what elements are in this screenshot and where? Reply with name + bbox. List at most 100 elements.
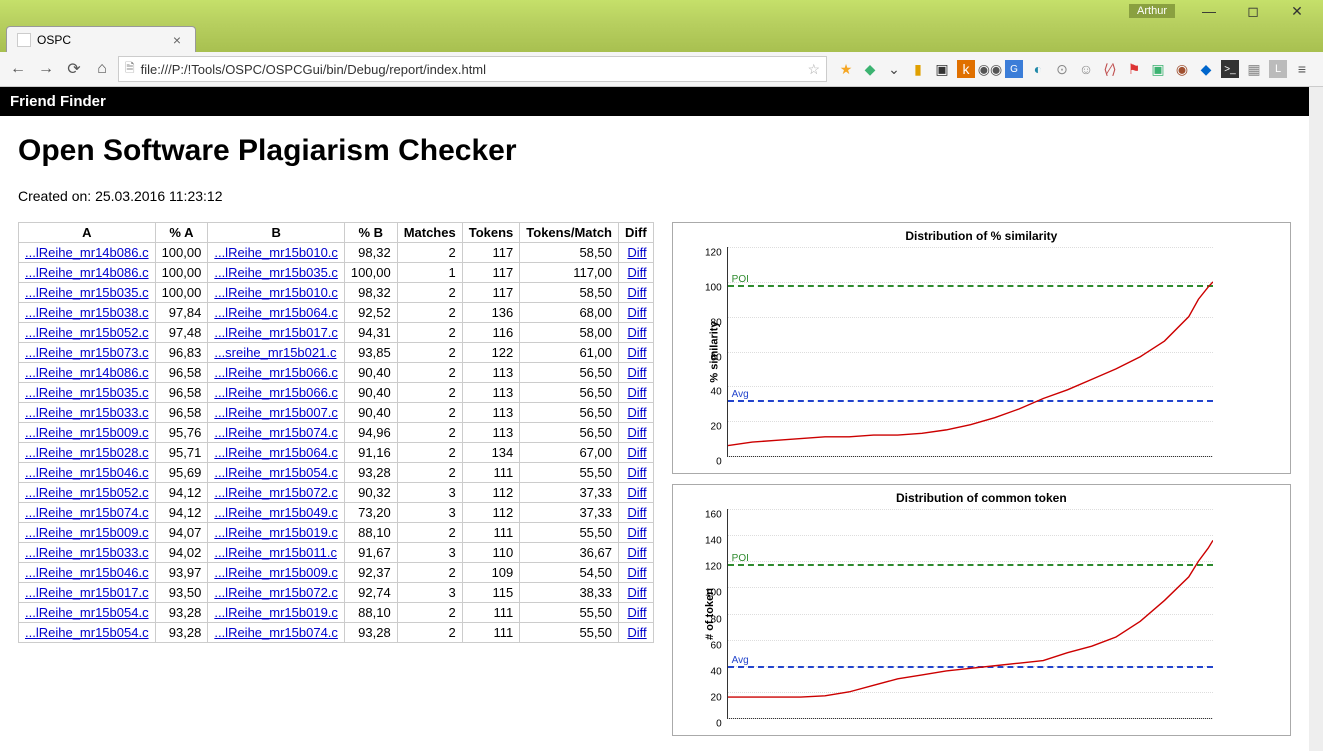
file-link[interactable]: ...lReihe_mr14b086.c [25, 245, 149, 260]
diff-link[interactable]: Diff [627, 425, 646, 440]
file-link[interactable]: ...lReihe_mr15b035.c [25, 285, 149, 300]
file-link[interactable]: ...lReihe_mr15b046.c [25, 565, 149, 580]
browser-tab[interactable]: OSPC × [6, 26, 196, 52]
file-link[interactable]: ...lReihe_mr15b019.c [214, 605, 338, 620]
file-link[interactable]: ...lReihe_mr15b064.c [214, 445, 338, 460]
ext-icon[interactable]: k [957, 60, 975, 78]
diff-link[interactable]: Diff [627, 605, 646, 620]
diff-link[interactable]: Diff [627, 405, 646, 420]
ext-icon[interactable]: ▮ [909, 60, 927, 78]
file-link[interactable]: ...lReihe_mr15b049.c [214, 505, 338, 520]
col-tpm: Tokens/Match [520, 223, 619, 243]
ext-icon[interactable]: ◆ [861, 60, 879, 78]
file-link[interactable]: ...lReihe_mr15b054.c [25, 605, 149, 620]
file-link[interactable]: ...lReihe_mr15b074.c [25, 505, 149, 520]
diff-link[interactable]: Diff [627, 625, 646, 640]
ext-icon[interactable]: ⊙ [1053, 60, 1071, 78]
diff-link[interactable]: Diff [627, 525, 646, 540]
nav-forward-button[interactable]: → [34, 57, 58, 81]
file-link[interactable]: ...lReihe_mr15b017.c [25, 585, 149, 600]
file-link[interactable]: ...lReihe_mr15b066.c [214, 385, 338, 400]
diff-link[interactable]: Diff [627, 585, 646, 600]
file-link[interactable]: ...lReihe_mr15b033.c [25, 405, 149, 420]
file-link[interactable]: ...lReihe_mr15b017.c [214, 325, 338, 340]
file-link[interactable]: ...lReihe_mr14b086.c [25, 265, 149, 280]
nav-back-button[interactable]: ← [6, 57, 30, 81]
file-link[interactable]: ...sreihe_mr15b021.c [214, 345, 336, 360]
ext-icon[interactable]: ▣ [933, 60, 951, 78]
file-link[interactable]: ...lReihe_mr15b054.c [214, 465, 338, 480]
scrollbar-thumb[interactable] [1309, 87, 1323, 227]
menu-icon[interactable]: ≡ [1293, 60, 1311, 78]
file-link[interactable]: ...lReihe_mr15b035.c [25, 385, 149, 400]
bookmark-star-icon[interactable]: ☆ [807, 61, 820, 78]
ext-icon[interactable]: ▣ [1149, 60, 1167, 78]
ext-icon[interactable]: ★ [837, 60, 855, 78]
diff-link[interactable]: Diff [627, 445, 646, 460]
file-link[interactable]: ...lReihe_mr15b064.c [214, 305, 338, 320]
file-link[interactable]: ...lReihe_mr15b009.c [25, 525, 149, 540]
chart-ytick: 0 [696, 457, 722, 468]
diff-link[interactable]: Diff [627, 285, 646, 300]
cell-percent-a: 93,28 [155, 623, 208, 643]
ext-icon[interactable]: ☺ [1077, 60, 1095, 78]
file-link[interactable]: ...lReihe_mr14b086.c [25, 365, 149, 380]
file-link[interactable]: ...lReihe_mr15b009.c [25, 425, 149, 440]
file-link[interactable]: ...lReihe_mr15b038.c [25, 305, 149, 320]
chart-curve [728, 509, 1213, 718]
file-link[interactable]: ...lReihe_mr15b066.c [214, 365, 338, 380]
file-link[interactable]: ...lReihe_mr15b019.c [214, 525, 338, 540]
tab-close-icon[interactable]: × [169, 32, 185, 48]
file-link[interactable]: ...lReihe_mr15b010.c [214, 285, 338, 300]
diff-link[interactable]: Diff [627, 485, 646, 500]
window-maximize-button[interactable]: ◻ [1231, 1, 1275, 21]
ext-icon[interactable]: ▦ [1245, 60, 1263, 78]
file-link[interactable]: ...lReihe_mr15b074.c [214, 625, 338, 640]
diff-link[interactable]: Diff [627, 245, 646, 260]
cell-percent-b: 88,10 [344, 603, 397, 623]
file-link[interactable]: ...lReihe_mr15b074.c [214, 425, 338, 440]
diff-link[interactable]: Diff [627, 265, 646, 280]
ext-icon[interactable]: ⟨∕⟩ [1101, 60, 1119, 78]
file-link[interactable]: ...lReihe_mr15b009.c [214, 565, 338, 580]
file-link[interactable]: ...lReihe_mr15b028.c [25, 445, 149, 460]
table-row: ...lReihe_mr15b033.c96,58...lReihe_mr15b… [19, 403, 654, 423]
file-link[interactable]: ...lReihe_mr15b072.c [214, 585, 338, 600]
nav-home-button[interactable]: ⌂ [90, 57, 114, 81]
diff-link[interactable]: Diff [627, 365, 646, 380]
ext-icon[interactable]: >_ [1221, 60, 1239, 78]
ext-icon[interactable]: ⌄ [885, 60, 903, 78]
ext-icon[interactable]: ◉◉ [981, 60, 999, 78]
cell-tokens: 136 [462, 303, 520, 323]
table-row: ...lReihe_mr15b035.c100,00...lReihe_mr15… [19, 283, 654, 303]
diff-link[interactable]: Diff [627, 325, 646, 340]
ext-icon[interactable]: G [1005, 60, 1023, 78]
file-link[interactable]: ...lReihe_mr15b007.c [214, 405, 338, 420]
file-link[interactable]: ...lReihe_mr15b052.c [25, 325, 149, 340]
file-link[interactable]: ...lReihe_mr15b033.c [25, 545, 149, 560]
file-link[interactable]: ...lReihe_mr15b052.c [25, 485, 149, 500]
file-link[interactable]: ...lReihe_mr15b073.c [25, 345, 149, 360]
diff-link[interactable]: Diff [627, 545, 646, 560]
url-bar[interactable]: 🗎 file:///P:/!Tools/OSPC/OSPCGui/bin/Deb… [118, 56, 827, 82]
ext-icon[interactable]: ◐ [1029, 60, 1047, 78]
file-link[interactable]: ...lReihe_mr15b072.c [214, 485, 338, 500]
nav-reload-button[interactable]: ⟳ [62, 57, 86, 81]
file-link[interactable]: ...lReihe_mr15b046.c [25, 465, 149, 480]
ext-icon[interactable]: ◉ [1173, 60, 1191, 78]
file-link[interactable]: ...lReihe_mr15b011.c [214, 545, 337, 560]
ext-icon[interactable]: L [1269, 60, 1287, 78]
diff-link[interactable]: Diff [627, 345, 646, 360]
file-link[interactable]: ...lReihe_mr15b010.c [214, 245, 338, 260]
window-close-button[interactable]: ✕ [1275, 1, 1319, 21]
file-link[interactable]: ...lReihe_mr15b054.c [25, 625, 149, 640]
ext-icon[interactable]: ⚑ [1125, 60, 1143, 78]
diff-link[interactable]: Diff [627, 385, 646, 400]
diff-link[interactable]: Diff [627, 465, 646, 480]
diff-link[interactable]: Diff [627, 305, 646, 320]
ext-icon[interactable]: ◆ [1197, 60, 1215, 78]
file-link[interactable]: ...lReihe_mr15b035.c [214, 265, 338, 280]
diff-link[interactable]: Diff [627, 565, 646, 580]
window-minimize-button[interactable]: — [1187, 1, 1231, 21]
diff-link[interactable]: Diff [627, 505, 646, 520]
